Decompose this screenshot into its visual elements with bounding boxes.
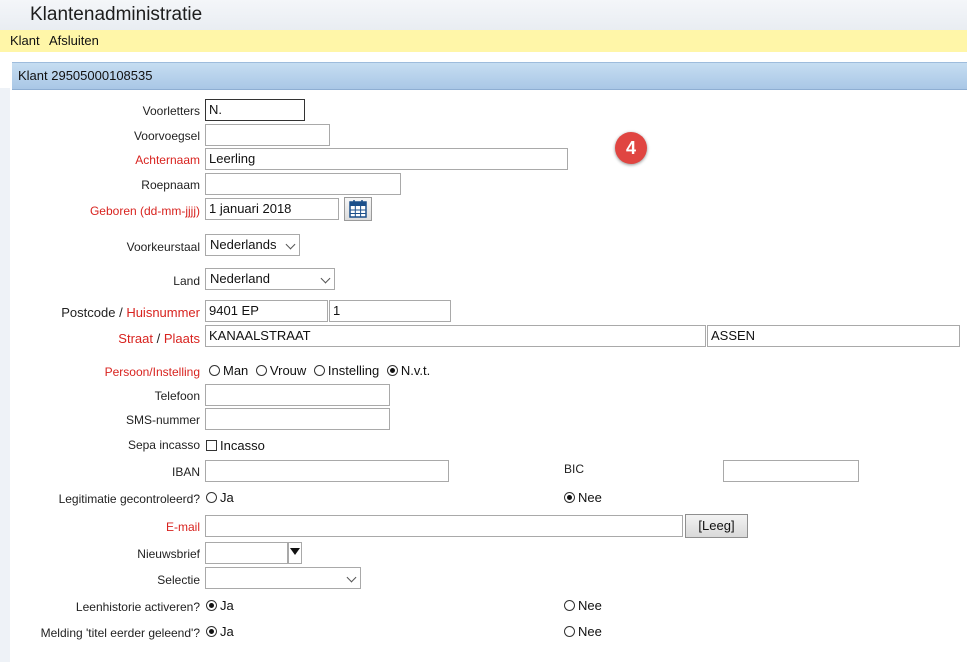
calendar-button[interactable]	[344, 197, 372, 221]
nieuwsbrief-dropdown-button[interactable]	[288, 542, 302, 564]
voorvoegsel-input[interactable]	[205, 124, 330, 146]
radio-nee-circle	[564, 626, 575, 637]
telefoon-input[interactable]	[205, 384, 390, 406]
iban-label: IBAN	[171, 465, 200, 479]
sepa-label: Sepa incasso	[127, 438, 200, 452]
checkbox-box	[206, 440, 217, 451]
leenhistorie-label: Leenhistorie activeren?	[75, 600, 200, 614]
radio-instelling-label: Instelling	[327, 363, 380, 378]
sepa-checkbox-label: Incasso	[220, 438, 265, 453]
bic-label: BIC	[564, 462, 585, 476]
persoon-radio-group: Man Vrouw Instelling N.v.t.	[209, 363, 430, 378]
legitimatie-radio-nee[interactable]: Nee	[564, 490, 602, 505]
legitimatie-label: Legitimatie gecontroleerd?	[58, 492, 200, 506]
postcode-separator: /	[119, 305, 123, 320]
triangle-down-icon	[290, 548, 300, 555]
radio-man[interactable]: Man	[209, 363, 248, 378]
nieuwsbrief-label: Nieuwsbrief	[137, 547, 200, 561]
chevron-down-icon	[346, 572, 357, 583]
plaats-label: Plaats	[163, 331, 200, 346]
huisnummer-input[interactable]: 1	[329, 300, 451, 322]
straat-plaats-label: Straat / Plaats	[118, 331, 200, 346]
radio-nee-circle	[564, 492, 575, 503]
radio-ja-circle	[206, 492, 217, 503]
land-select[interactable]: Nederland	[205, 268, 335, 290]
email-input[interactable]	[205, 515, 683, 537]
radio-vrouw-circle	[255, 365, 267, 376]
menu-item-afsluiten[interactable]: Afsluiten	[49, 33, 99, 48]
radio-nvt-label: N.v.t.	[400, 363, 431, 378]
geboren-input[interactable]: 1 januari 2018	[205, 198, 339, 220]
voorkeurstaal-label: Voorkeurstaal	[126, 240, 200, 254]
leenhistorie-radio-ja[interactable]: Ja	[206, 598, 234, 613]
legitimatie-ja-label: Ja	[220, 490, 234, 505]
radio-ja-circle	[206, 600, 217, 611]
radio-vrouw-label: Vrouw	[269, 363, 307, 378]
panel-title: Klant 29505000108535	[18, 68, 153, 83]
sms-input[interactable]	[205, 408, 390, 430]
voorkeurstaal-value: Nederlands	[210, 237, 277, 252]
melding-radio-nee[interactable]: Nee	[564, 624, 602, 639]
straat-input[interactable]: KANAALSTRAAT	[205, 325, 706, 347]
radio-vrouw[interactable]: Vrouw	[255, 363, 307, 378]
radio-man-circle	[209, 365, 220, 376]
leenhistorie-radio-nee[interactable]: Nee	[564, 598, 602, 613]
legitimatie-radio-ja[interactable]: Ja	[206, 490, 234, 505]
postcode-huisnummer-label: Postcode / Huisnummer	[61, 305, 200, 320]
roepnaam-label: Roepnaam	[141, 178, 200, 192]
leenhistorie-nee-label: Nee	[578, 598, 602, 613]
melding-nee-label: Nee	[578, 624, 602, 639]
app-title: Klantenadministratie	[30, 4, 203, 25]
panel-header: Klant 29505000108535	[12, 62, 967, 90]
left-strip	[0, 88, 10, 662]
sms-label: SMS-nummer	[125, 413, 200, 427]
voorletters-label: Voorletters	[142, 104, 200, 118]
postcode-label: Postcode	[61, 305, 116, 320]
calendar-icon	[349, 200, 367, 218]
huisnummer-label: Huisnummer	[126, 305, 200, 320]
voorvoegsel-label: Voorvoegsel	[133, 129, 200, 143]
chevron-down-icon	[285, 239, 296, 250]
radio-nee-circle	[564, 600, 575, 611]
melding-label: Melding 'titel eerder geleend'?	[40, 626, 200, 640]
step-number-badge: 4	[615, 132, 647, 164]
achternaam-label: Achternaam	[135, 153, 200, 167]
straat-label: Straat	[118, 331, 153, 346]
leenhistorie-ja-label: Ja	[220, 598, 234, 613]
straat-separator: /	[156, 331, 161, 346]
menu-item-klant[interactable]: Klant	[10, 33, 40, 48]
selectie-label: Selectie	[157, 573, 200, 587]
radio-nvt[interactable]: N.v.t.	[386, 363, 431, 378]
sepa-incasso-checkbox[interactable]: Incasso	[206, 438, 265, 453]
bic-input[interactable]	[723, 460, 859, 482]
voorletters-input[interactable]: N.	[205, 99, 305, 121]
selectie-select[interactable]	[205, 567, 361, 589]
postcode-input[interactable]: 9401 EP	[205, 300, 328, 322]
radio-man-label: Man	[223, 363, 249, 378]
plaats-input[interactable]: ASSEN	[707, 325, 960, 347]
achternaam-input[interactable]: Leerling	[205, 148, 568, 170]
chevron-down-icon	[320, 273, 331, 284]
melding-ja-label: Ja	[220, 624, 234, 639]
telefoon-label: Telefoon	[154, 389, 200, 403]
persoon-instelling-label: Persoon/Instelling	[104, 365, 200, 379]
menu-bar	[0, 30, 967, 52]
radio-nvt-circle	[386, 365, 398, 376]
radio-instelling-circle	[313, 365, 325, 376]
clear-email-button[interactable]: [Leeg]	[685, 514, 748, 538]
radio-instelling[interactable]: Instelling	[313, 363, 380, 378]
geboren-label: Geboren (dd-mm-jjjj)	[89, 204, 200, 218]
legitimatie-nee-label: Nee	[578, 490, 602, 505]
roepnaam-input[interactable]	[205, 173, 401, 195]
melding-radio-ja[interactable]: Ja	[206, 624, 234, 639]
nieuwsbrief-select[interactable]	[205, 542, 288, 564]
iban-input[interactable]	[205, 460, 449, 482]
voorkeurstaal-select[interactable]: Nederlands	[205, 234, 300, 256]
land-value: Nederland	[210, 271, 270, 286]
land-label: Land	[173, 274, 200, 288]
radio-ja-circle	[206, 626, 217, 637]
email-label: E-mail	[165, 520, 200, 534]
